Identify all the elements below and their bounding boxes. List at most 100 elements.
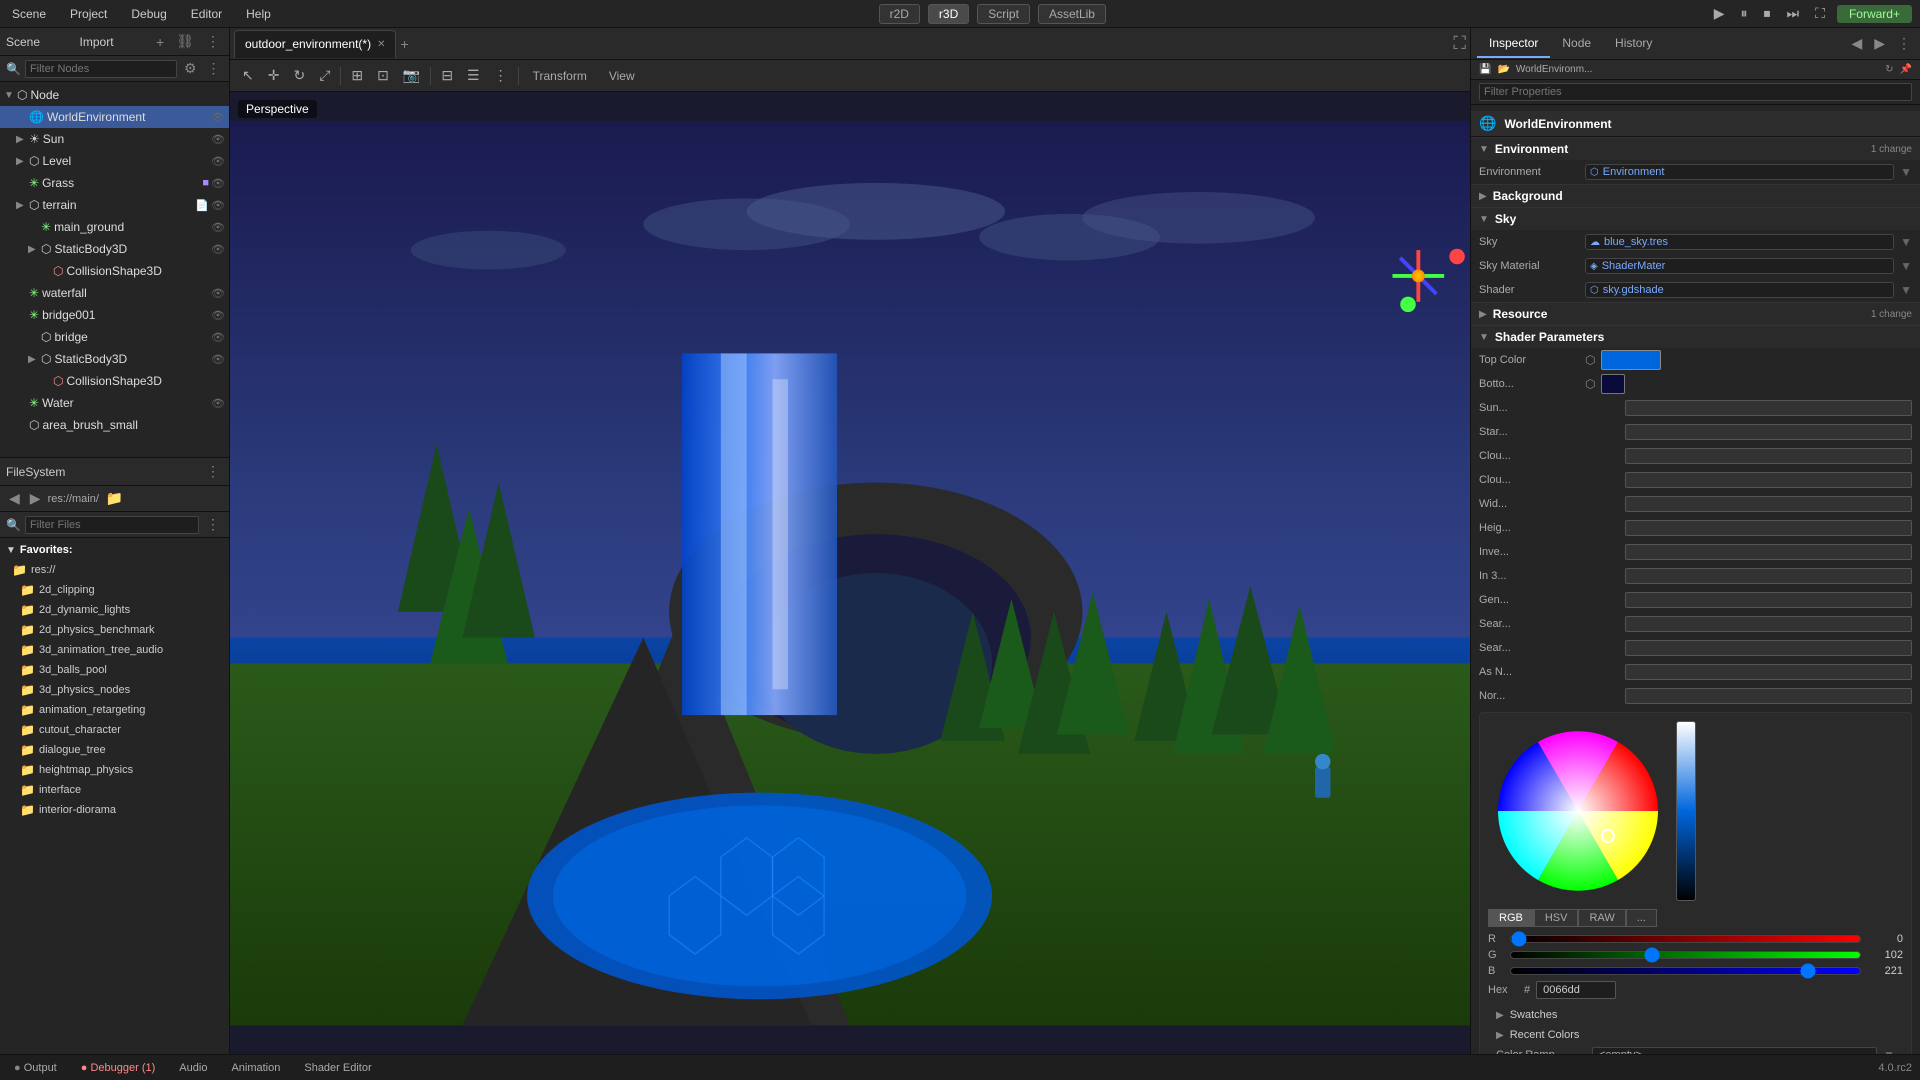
sky-edit-icon[interactable]: ▼ (1900, 235, 1912, 249)
tab-inspector[interactable]: Inspector (1477, 30, 1550, 58)
color-mode-raw[interactable]: RAW (1578, 909, 1625, 927)
scene-options-icon[interactable]: ⋮ (203, 32, 223, 51)
visibility-icon[interactable]: 👁 (211, 243, 225, 256)
hex-input[interactable] (1536, 981, 1616, 999)
color-mode-rgb[interactable]: RGB (1488, 909, 1534, 927)
move-tool[interactable]: ✛ (264, 65, 284, 86)
gizmo-toggle[interactable]: ☰ (463, 65, 484, 86)
play-button[interactable]: ▶ (1710, 3, 1729, 24)
grid-toggle[interactable]: ⊟ (437, 65, 457, 86)
fs-forward-icon[interactable]: ▶ (27, 489, 44, 508)
more-options[interactable]: ⋮ (490, 65, 512, 86)
menu-help[interactable]: Help (242, 5, 275, 23)
tab-history[interactable]: History (1603, 30, 1664, 58)
fs-options-icon[interactable]: ⋮ (203, 515, 223, 534)
renderer-button[interactable]: Forward+ (1837, 5, 1912, 23)
menu-project[interactable]: Project (66, 5, 111, 23)
fs-item-2ddynamic[interactable]: 📁 2d_dynamic_lights (0, 600, 229, 620)
sky-material-ref[interactable]: ◈ ShaderMater (1585, 258, 1894, 274)
transform-label[interactable]: Transform (525, 67, 595, 85)
output-button[interactable]: ● Output (8, 1061, 63, 1075)
color-mode-more[interactable]: ... (1626, 909, 1657, 927)
color-ramp-value[interactable]: <empty> (1592, 1047, 1877, 1054)
top-color-preview[interactable] (1601, 350, 1661, 370)
tree-item-collision1[interactable]: ⬡ CollisionShape3D (0, 260, 229, 282)
shader-params-header[interactable]: ▼ Shader Parameters (1471, 325, 1920, 348)
fs-item-2dphysics[interactable]: 📁 2d_physics_benchmark (0, 620, 229, 640)
top-color-edit-icon[interactable]: ⬡ (1585, 353, 1595, 367)
scale-tool[interactable]: ⤢ (315, 65, 334, 86)
pause-button[interactable]: ⏸ (1737, 3, 1752, 24)
brightness-slider[interactable] (1676, 721, 1696, 901)
mode-2d[interactable]: r2D (879, 4, 920, 24)
debugger-button[interactable]: ● Debugger (1) (75, 1061, 162, 1075)
visibility-icon[interactable]: 👁 (211, 177, 225, 190)
gen-param-input[interactable] (1625, 592, 1912, 608)
visibility-icon[interactable]: 👁 (211, 353, 225, 366)
visibility-icon[interactable]: 👁 (211, 155, 225, 168)
tree-item-grass[interactable]: ✳ Grass ■ 👁 (0, 172, 229, 194)
view-label[interactable]: View (601, 67, 643, 85)
visibility-icon[interactable]: 👁 (211, 331, 225, 344)
filesystem-tab[interactable]: FileSystem (6, 465, 197, 479)
normal-param-input[interactable] (1625, 688, 1912, 704)
inspector-pin-icon[interactable]: 📌 (1900, 64, 1912, 75)
sun-param-input[interactable] (1625, 400, 1912, 416)
recent-colors-row[interactable]: ▶ Recent Colors (1488, 1025, 1903, 1045)
swatches-row[interactable]: ▶ Swatches (1488, 1005, 1903, 1025)
env-edit-icon[interactable]: ▼ (1900, 165, 1912, 179)
search1-param-input[interactable] (1625, 616, 1912, 632)
fs-item-3dballs[interactable]: 📁 3d_balls_pool (0, 660, 229, 680)
resource-section-header[interactable]: ▶ Resource 1 change (1471, 302, 1920, 325)
sky-section-header[interactable]: ▼ Sky (1471, 207, 1920, 230)
menu-debug[interactable]: Debug (127, 5, 170, 23)
tree-item-areabrush[interactable]: ⬡ area_brush_small (0, 414, 229, 436)
audio-button[interactable]: Audio (173, 1061, 213, 1075)
mode-assetlib[interactable]: AssetLib (1038, 4, 1106, 24)
tree-item-level[interactable]: ▶ ⬡ Level 👁 (0, 150, 229, 172)
material-edit-icon[interactable]: ▼ (1900, 259, 1912, 273)
visibility-icon[interactable]: 👁 (211, 309, 225, 322)
shader-editor-button[interactable]: Shader Editor (298, 1061, 377, 1075)
fs-item-interior[interactable]: 📁 interior-diorama (0, 800, 229, 820)
bottom-color-edit-icon[interactable]: ⬡ (1585, 377, 1595, 391)
tree-item-bridge[interactable]: ⬡ bridge 👁 (0, 326, 229, 348)
tree-item-collision2[interactable]: ⬡ CollisionShape3D (0, 370, 229, 392)
tree-item-staticbody1[interactable]: ▶ ⬡ StaticBody3D 👁 (0, 238, 229, 260)
tab-close-icon[interactable]: ✕ (377, 39, 385, 50)
bottom-color-preview[interactable] (1601, 374, 1625, 394)
tree-item-sun[interactable]: ▶ ☀ Sun 👁 (0, 128, 229, 150)
stop-button[interactable]: ⏹ (1760, 3, 1775, 24)
clouds1-param-input[interactable] (1625, 448, 1912, 464)
tree-item-water[interactable]: ✳ Water 👁 (0, 392, 229, 414)
clouds2-param-input[interactable] (1625, 472, 1912, 488)
local-space-toggle[interactable]: ⊡ (373, 65, 393, 86)
filter-options-icon[interactable]: ⚙ (181, 59, 200, 78)
scene-tab[interactable]: Scene (6, 35, 74, 49)
maximize-viewport-icon[interactable]: ⛶ (1453, 33, 1466, 54)
shader-edit-icon[interactable]: ▼ (1900, 283, 1912, 297)
tree-item-terrain[interactable]: ▶ ⬡ terrain 📄 👁 (0, 194, 229, 216)
color-wheel[interactable] (1488, 721, 1668, 901)
visibility-icon[interactable]: 👁 (211, 397, 225, 410)
fs-item-res[interactable]: 📁 res:// (0, 560, 229, 580)
fs-item-3dphysics[interactable]: 📁 3d_physics_nodes (0, 680, 229, 700)
visibility-icon[interactable]: 👁 (211, 133, 225, 146)
tree-item-worldenv[interactable]: 🌐 WorldEnvironment 👁 (0, 106, 229, 128)
fs-folder-icon[interactable]: 📁 (103, 489, 126, 508)
fs-item-3danim[interactable]: 📁 3d_animation_tree_audio (0, 640, 229, 660)
snap-toggle[interactable]: ⊞ (347, 65, 367, 86)
select-tool[interactable]: ↖ (238, 65, 258, 86)
tree-item-mainground[interactable]: ✳ main_ground 👁 (0, 216, 229, 238)
menu-editor[interactable]: Editor (187, 5, 226, 23)
in3-param-input[interactable] (1625, 568, 1912, 584)
search2-param-input[interactable] (1625, 640, 1912, 656)
width-param-input[interactable] (1625, 496, 1912, 512)
step-button[interactable]: ⏭ (1783, 3, 1804, 24)
tab-node[interactable]: Node (1550, 30, 1603, 58)
g-slider[interactable] (1510, 951, 1861, 959)
animation-button[interactable]: Animation (225, 1061, 286, 1075)
add-node-icon[interactable]: + (153, 33, 167, 51)
height-param-input[interactable] (1625, 520, 1912, 536)
rotate-tool[interactable]: ↻ (289, 65, 309, 86)
